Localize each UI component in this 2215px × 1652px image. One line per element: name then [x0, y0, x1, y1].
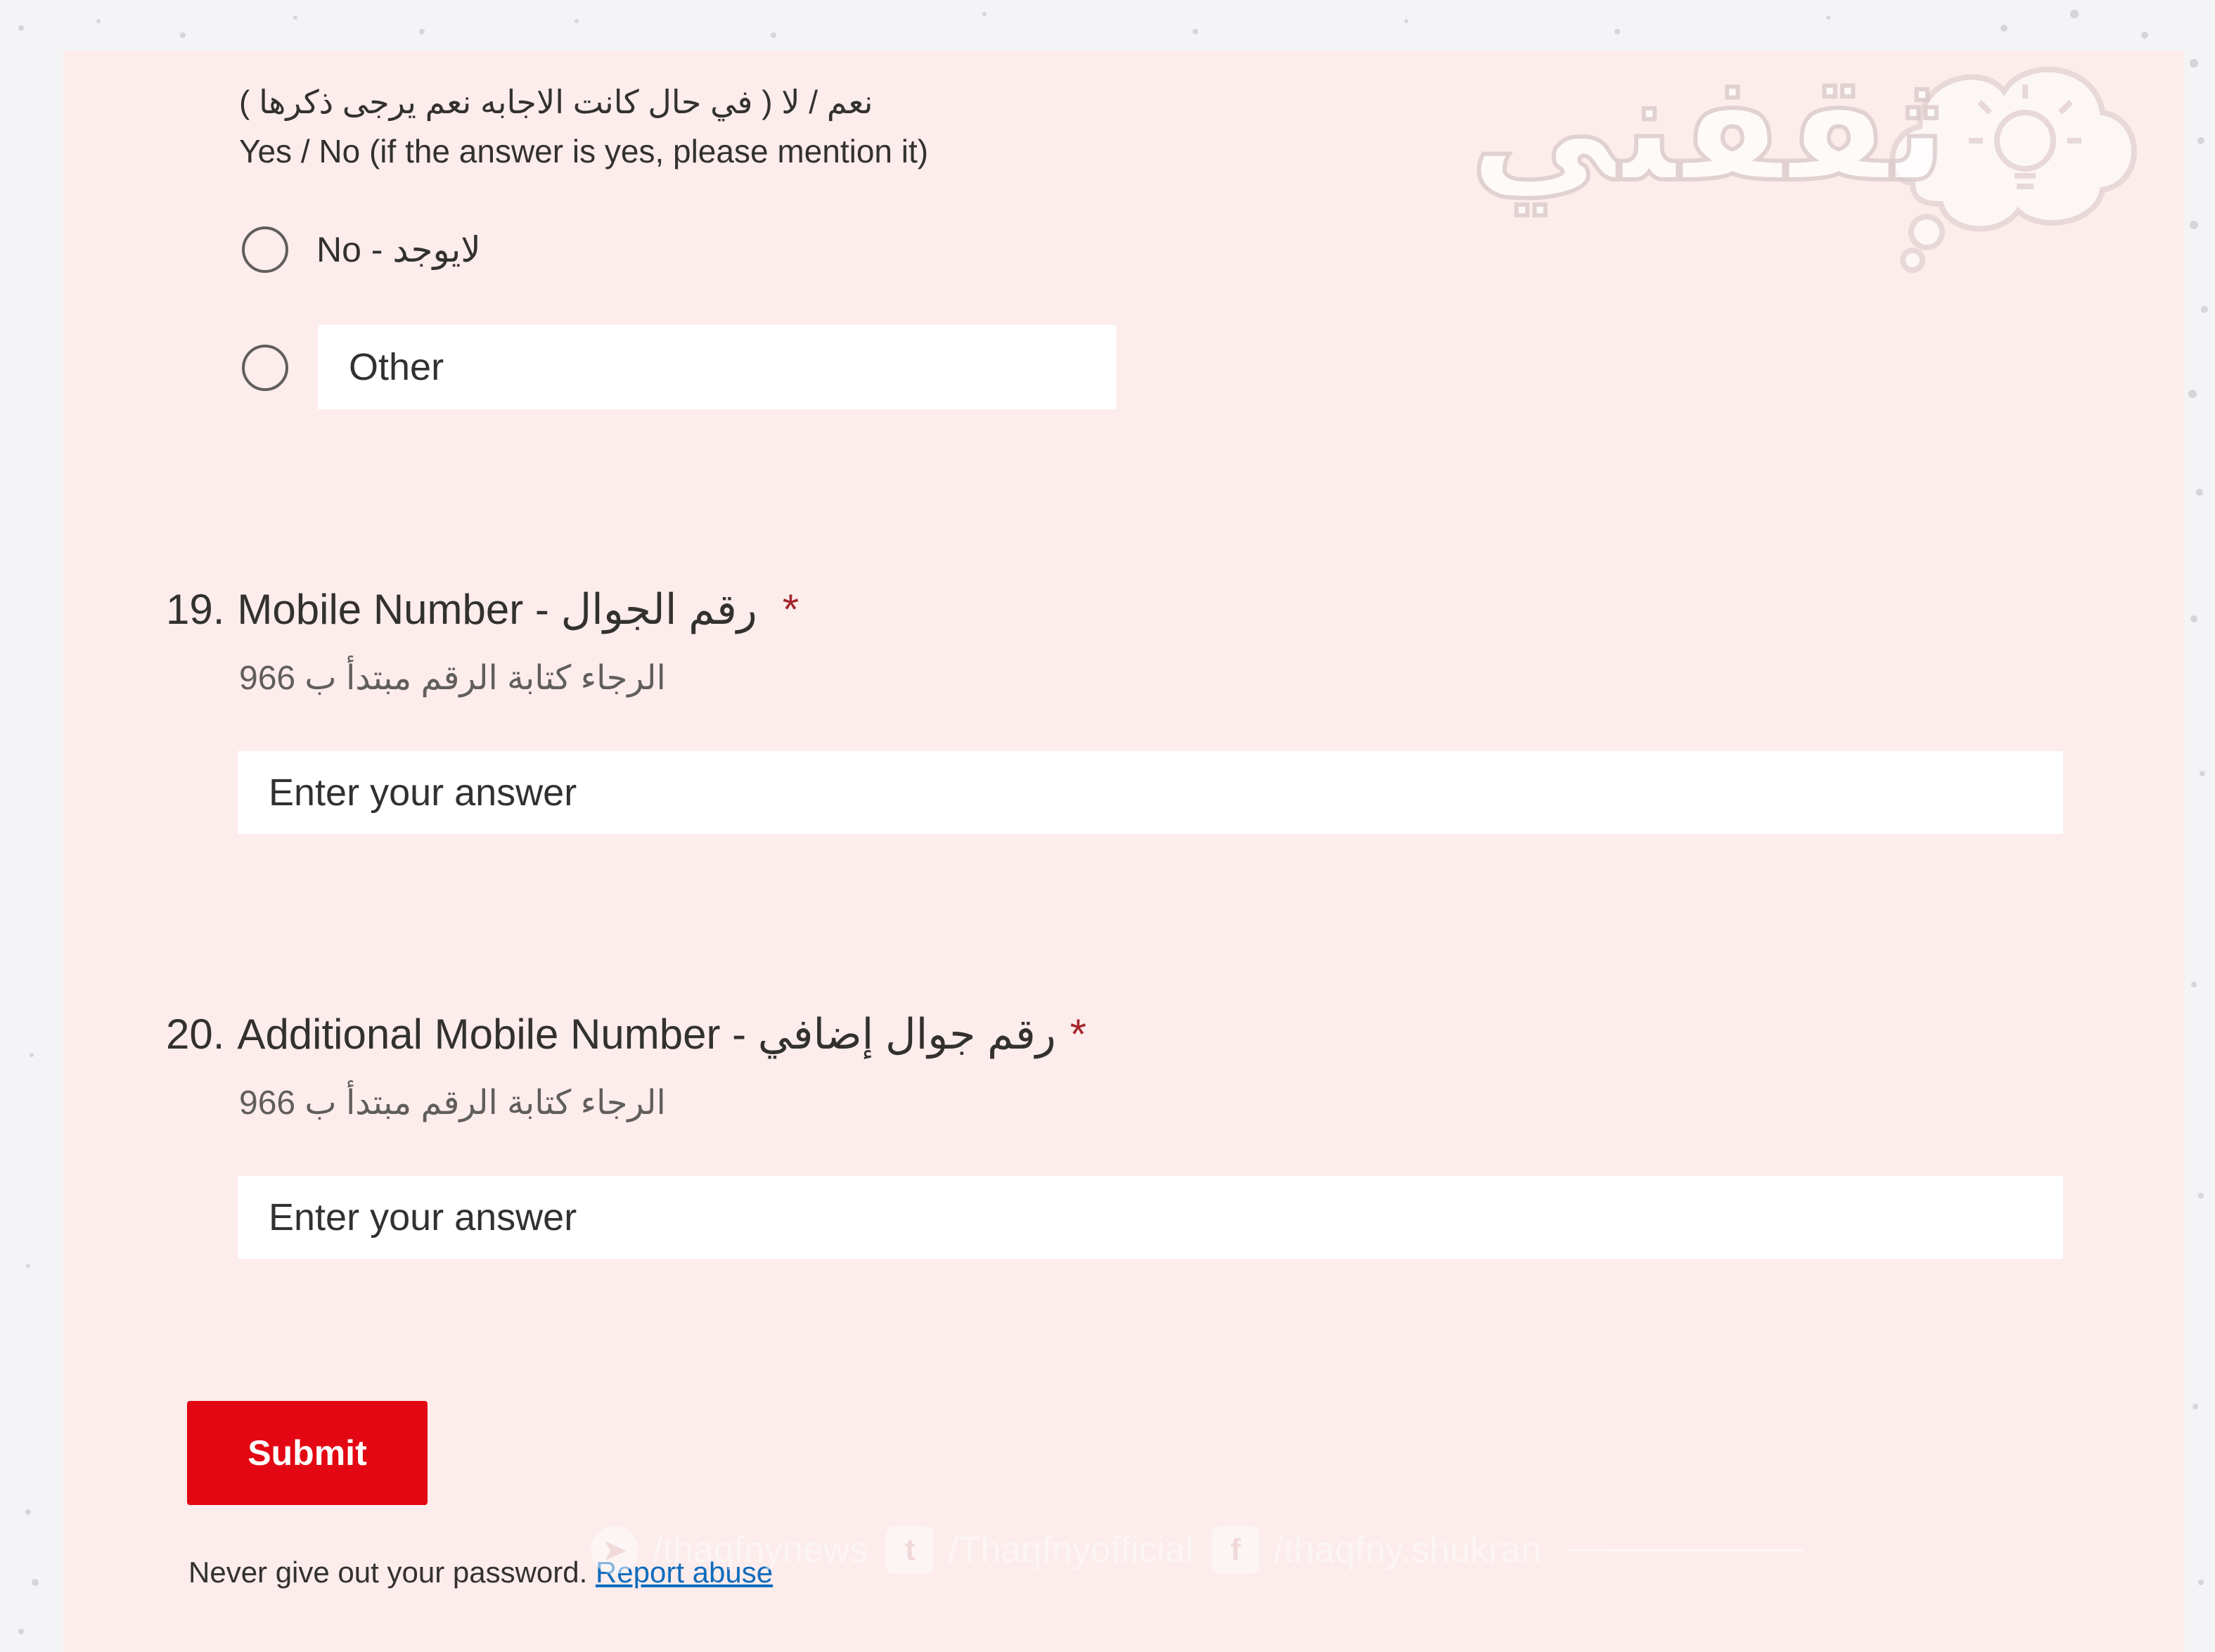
question-20-title: 20. Additional Mobile Number - رقم جوال إ…: [166, 1010, 1086, 1059]
question-18-description-ar: نعم / لا ( في حال كانت الاجابه نعم يرجى …: [239, 84, 873, 120]
telegram-icon: ➤: [591, 1526, 638, 1574]
social-facebook: f /thaqfny.shukran: [1212, 1526, 1541, 1574]
submit-button[interactable]: Submit: [187, 1401, 428, 1505]
question-20-number: 20.: [166, 1011, 225, 1058]
facebook-icon: f: [1212, 1526, 1260, 1574]
radio-other[interactable]: [242, 345, 288, 391]
social-twitter: t /Thaqfnyofficial: [886, 1526, 1193, 1574]
twitter-icon: t: [886, 1526, 935, 1574]
question-20-label: Additional Mobile Number - رقم جوال إضاف…: [237, 1011, 1056, 1058]
password-notice: Never give out your password.: [188, 1556, 588, 1589]
mobile-number-input[interactable]: [238, 751, 2063, 834]
additional-mobile-number-input[interactable]: [238, 1176, 2063, 1259]
required-marker: *: [1070, 1011, 1086, 1058]
telegram-handle: /thaqfnynews: [653, 1530, 868, 1570]
question-18-description: نعم / لا ( في حال كانت الاجابه نعم يرجى …: [239, 77, 928, 176]
twitter-handle: /Thaqfnyofficial: [948, 1530, 1194, 1570]
question-19-label: Mobile Number - رقم الجوال: [237, 586, 757, 633]
question-19-subtitle: الرجاء كتابة الرقم مبتدأ ب 966: [239, 660, 666, 697]
question-19-title: 19. Mobile Number - رقم الجوال *: [166, 585, 799, 634]
social-telegram: ➤ /thaqfnynews: [591, 1526, 868, 1574]
watermark-divider: [1566, 1549, 1806, 1551]
option-no[interactable]: No - لايوجد: [242, 226, 481, 273]
question-20-subtitle: الرجاء كتابة الرقم مبتدأ ب 966: [239, 1084, 666, 1122]
required-marker: *: [782, 586, 800, 633]
social-watermark: ➤ /thaqfnynews t /Thaqfnyofficial f /tha…: [591, 1526, 1806, 1574]
question-19-number: 19.: [166, 586, 225, 633]
option-no-label: No - لايوجد: [316, 230, 481, 269]
other-text-input[interactable]: [318, 325, 1117, 409]
question-18-description-en: Yes / No (if the answer is yes, please m…: [239, 133, 929, 169]
option-other[interactable]: [242, 345, 288, 391]
radio-no[interactable]: [242, 226, 288, 273]
brand-logo-text: ثقفني: [1468, 44, 1949, 213]
facebook-handle: /thaqfny.shukran: [1273, 1530, 1541, 1570]
